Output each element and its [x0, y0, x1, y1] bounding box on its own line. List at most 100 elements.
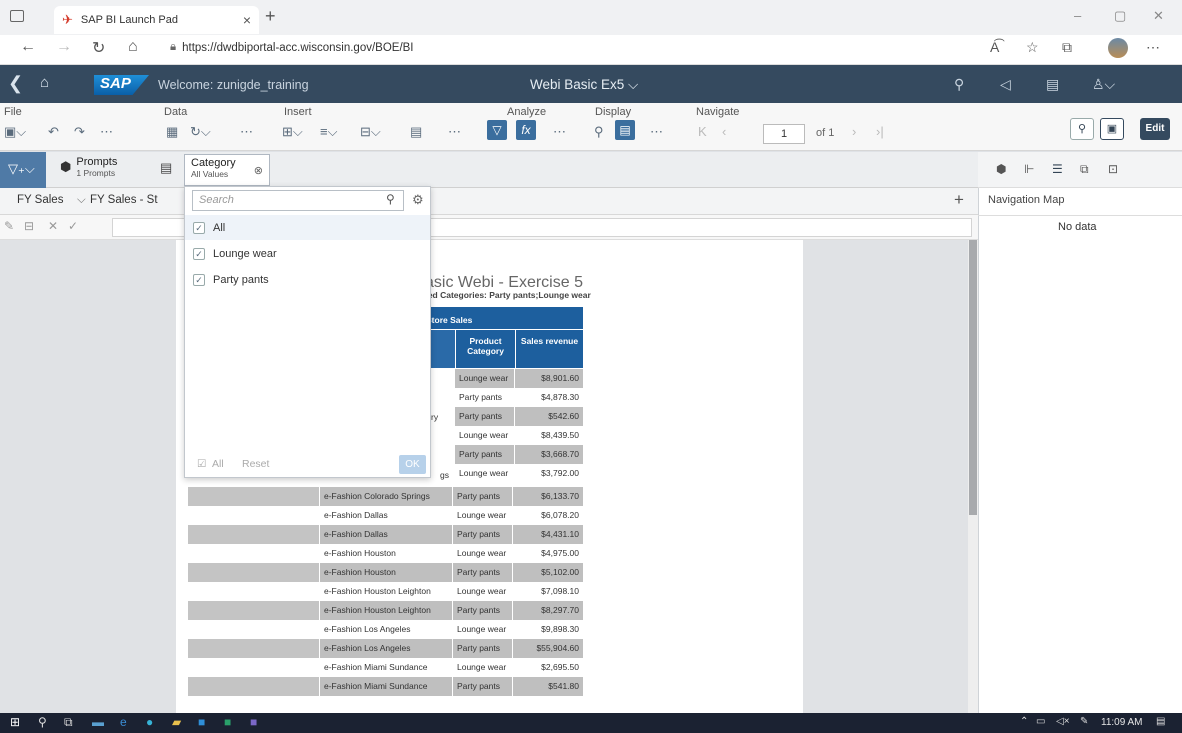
formula-editor-icon[interactable]: ⊟ [24, 219, 34, 233]
document-title[interactable]: Webi Basic Ex5 ⌵ [530, 77, 638, 93]
search-icon[interactable]: ⚲ [386, 192, 395, 206]
select-all-link[interactable]: All [212, 458, 224, 470]
next-page-icon[interactable]: › [852, 124, 856, 139]
profile-avatar[interactable] [1108, 38, 1128, 58]
more-display-icon[interactable]: ⋯ [650, 124, 663, 140]
checkbox[interactable]: ✓ [193, 273, 205, 286]
category-filter-chip[interactable]: Category All Values ⊗ [184, 154, 270, 186]
add-report-button[interactable]: + [954, 190, 964, 210]
edge-legacy-icon[interactable]: e [120, 715, 127, 729]
redo-icon[interactable]: ↷ [74, 124, 85, 140]
teams-icon[interactable]: ■ [250, 715, 257, 729]
filter-toggle-icon[interactable]: ▽ [487, 120, 507, 140]
close-window-button[interactable]: ✕ [1153, 8, 1164, 24]
remove-filter-icon[interactable]: ⊗ [254, 164, 263, 177]
more-insert-icon[interactable]: ⋯ [448, 124, 461, 140]
minimize-button[interactable]: – [1074, 8, 1081, 23]
more-menu-icon[interactable]: ⋯ [1146, 39, 1160, 56]
refresh-icon[interactable]: ↻ [92, 38, 105, 58]
select-all-icon[interactable]: ☑ [197, 458, 206, 470]
home-icon[interactable]: ⌂ [128, 38, 138, 56]
prompts-button[interactable]: ⬢ Prompts 1 Prompts [60, 157, 117, 179]
properties-icon[interactable]: ⊡ [1108, 162, 1118, 176]
page-number-input[interactable]: 1 [763, 124, 805, 144]
reading-mode-button[interactable]: ▣ [1100, 118, 1124, 140]
network-icon[interactable]: ▭ [1036, 716, 1045, 727]
undo-icon[interactable]: ↶ [48, 124, 59, 140]
tab-dropdown-icon[interactable]: ⌵ [77, 194, 86, 207]
file-explorer-icon[interactable]: ▰ [172, 715, 181, 729]
shell-search-icon[interactable]: ⚲ [954, 76, 964, 93]
option-label: Lounge wear [213, 247, 277, 260]
report-tab-fy-sales-store[interactable]: FY Sales - St [90, 194, 158, 206]
refresh-data-icon[interactable]: ↻⌵ [190, 124, 211, 140]
insert-table-icon[interactable]: ⊞⌵ [282, 124, 303, 140]
category-cell: Lounge wear [453, 620, 513, 639]
more-data-icon[interactable]: ⋯ [240, 124, 253, 140]
navigation-map-icon[interactable]: ☰ [1052, 162, 1063, 176]
notifications-icon[interactable]: ◁ [1000, 76, 1011, 93]
settings-gear-icon[interactable]: ⚙ [412, 192, 424, 208]
ok-button[interactable]: OK [399, 455, 426, 474]
filter-option[interactable]: ✓ Party pants [185, 267, 430, 292]
url-field[interactable]: 🔒︎ https://dwdbiportal-acc.wisconsin.gov… [170, 41, 414, 54]
filters-panel-icon[interactable]: ⊩ [1024, 162, 1034, 176]
tab-actions-icon[interactable] [10, 10, 24, 22]
start-icon[interactable]: ⊞ [10, 715, 20, 729]
applications-icon[interactable]: ▤ [1046, 76, 1059, 93]
shell-home-icon[interactable]: ⌂ [40, 74, 49, 91]
reading-mode-icon[interactable]: A͡ [990, 39, 999, 55]
scrollbar-thumb[interactable] [969, 240, 977, 515]
prev-page-icon[interactable]: ‹ [722, 124, 726, 139]
first-page-icon[interactable]: K [698, 124, 707, 139]
taskbar-search-icon[interactable]: ⚲ [38, 715, 47, 729]
edit-button[interactable]: Edit [1140, 118, 1170, 140]
user-menu-icon[interactable]: ♙⌵ [1092, 76, 1115, 93]
filter-option[interactable]: ✓ All [185, 215, 430, 240]
document-structure-icon[interactable]: ⬢ [996, 162, 1006, 176]
zoom-icon[interactable]: ⚲ [594, 124, 604, 140]
search-input[interactable]: Search [192, 190, 404, 211]
cancel-formula-icon[interactable]: ✕ [48, 219, 58, 233]
filter-option[interactable]: ✓ Lounge wear [185, 241, 430, 266]
outlook-icon[interactable]: ■ [198, 715, 205, 729]
tab-close-icon[interactable]: × [243, 12, 251, 28]
excel-icon[interactable]: ■ [224, 715, 231, 729]
maximize-button[interactable]: ▢ [1114, 8, 1126, 24]
mail-icon[interactable]: ▬ [92, 715, 104, 729]
more-analyze-icon[interactable]: ⋯ [553, 124, 566, 140]
checkbox[interactable]: ✓ [193, 247, 205, 260]
pen-icon[interactable]: ✎ [1080, 716, 1088, 727]
comments-icon[interactable]: ⧉ [1080, 162, 1089, 177]
find-button[interactable]: ⚲ [1070, 118, 1094, 140]
insert-section-icon[interactable]: ▤ [410, 124, 422, 140]
notification-center-icon[interactable]: ▤ [1156, 716, 1165, 727]
edge-icon[interactable]: ● [146, 715, 153, 729]
forward-arrow-icon[interactable]: → [56, 38, 72, 56]
collections-icon[interactable]: ⧉ [1062, 39, 1072, 56]
validate-formula-icon[interactable]: ✓ [68, 219, 78, 233]
insert-cell-icon[interactable]: ⊟⌵ [360, 124, 381, 140]
input-controls-icon[interactable]: ▤ [160, 160, 172, 176]
formula-icon[interactable]: fx [516, 120, 536, 140]
reset-link[interactable]: Reset [242, 458, 269, 470]
favorites-icon[interactable]: ☆ [1026, 39, 1039, 56]
task-view-icon[interactable]: ⧉ [64, 715, 73, 730]
tray-chevron-icon[interactable]: ⌃ [1020, 716, 1028, 727]
more-file-icon[interactable]: ⋯ [100, 124, 113, 140]
save-icon[interactable]: ▣⌵ [4, 124, 26, 140]
back-arrow-icon[interactable]: ← [20, 38, 36, 56]
last-page-icon[interactable]: ›| [876, 124, 884, 139]
report-tab-fy-sales[interactable]: FY Sales [17, 194, 63, 206]
shell-back-icon[interactable]: ❮ [8, 73, 23, 94]
navigation-map-title: Navigation Map [988, 194, 1065, 206]
insert-chart-icon[interactable]: ≡⌵ [320, 124, 337, 140]
new-tab-button[interactable]: + [265, 6, 276, 27]
page-view-icon[interactable]: ▤ [615, 120, 635, 140]
add-filter-button[interactable]: ▽₊⌵ [0, 152, 46, 188]
edit-formula-icon[interactable]: ✎ [4, 219, 14, 233]
volume-icon[interactable]: ◁× [1056, 716, 1070, 727]
data-manager-icon[interactable]: ▦ [166, 124, 178, 140]
browser-tab[interactable]: ✈ SAP BI Launch Pad × [54, 6, 259, 34]
checkbox[interactable]: ✓ [193, 221, 205, 234]
